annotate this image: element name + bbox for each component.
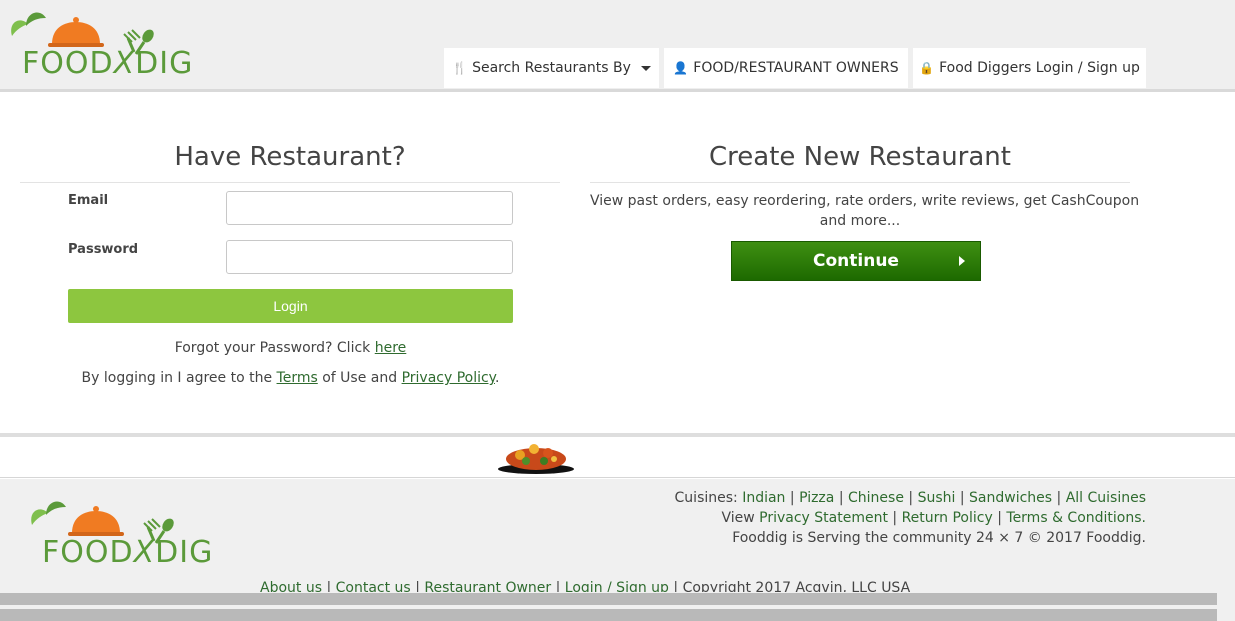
continue-label: Continue [813, 251, 899, 271]
dish-band [0, 437, 1235, 478]
footer-cuisines: Cuisines: Indian | Pizza | Chinese | Sus… [674, 490, 1146, 506]
create-panel-title: Create New Restaurant [709, 142, 1011, 172]
footer-logo-text-left: FOOD [42, 535, 134, 570]
cuisine-link-pizza[interactable]: Pizza [799, 490, 834, 506]
agree-prefix: By logging in I agree to the [81, 370, 273, 386]
lock-icon: 🔒 [919, 61, 935, 75]
logo-text-left: FOOD [22, 46, 114, 81]
chevron-down-icon [640, 65, 651, 71]
logo-wordmark: FOODXDIG [22, 46, 193, 81]
restaurant-owners-link[interactable]: 👤 FOOD/RESTAURANT OWNERS [664, 48, 908, 88]
email-label: Email [68, 193, 109, 208]
cuisine-link-all[interactable]: All Cuisines [1066, 490, 1146, 506]
horizontal-scrollbar[interactable] [0, 593, 1217, 605]
play-arrow-icon [959, 256, 965, 266]
login-panel-divider [20, 182, 560, 183]
login-panel-title: Have Restaurant? [174, 142, 406, 172]
cuisine-link-indian[interactable]: Indian [742, 490, 785, 506]
privacy-statement-link[interactable]: Privacy Statement [759, 510, 888, 526]
footer-serving-text: Fooddig is Serving the community 24 × 7 … [732, 530, 1146, 546]
food-diggers-login-label: Food Diggers Login / Sign up [939, 60, 1140, 76]
cuisine-link-sandwiches[interactable]: Sandwiches [969, 490, 1052, 506]
agree-middle: of Use and [322, 370, 398, 386]
logo-text-right: DIG [135, 46, 194, 81]
view-label: View [721, 510, 755, 526]
footer-bottom-links: About us | Contact us | Restaurant Owner… [260, 580, 910, 592]
create-description-line2: and more... [819, 213, 901, 229]
agree-suffix: . [494, 370, 500, 386]
return-policy-link[interactable]: Return Policy [902, 510, 993, 526]
continue-button[interactable]: Continue [731, 241, 981, 281]
password-label: Password [68, 242, 139, 257]
terms-agreement-text: By logging in I agree to the Terms of Us… [68, 370, 513, 386]
login-button[interactable]: Login [68, 289, 513, 323]
contact-us-link[interactable]: Contact us [336, 580, 411, 592]
forgot-password-text: Forgot your Password? Click here [68, 340, 513, 356]
horizontal-scrollbar-secondary[interactable] [0, 609, 1217, 621]
food-diggers-login-link[interactable]: 🔒 Food Diggers Login / Sign up [913, 48, 1146, 88]
footer-policies: View Privacy Statement | Return Policy |… [721, 510, 1146, 526]
user-icon: 👤 [673, 61, 689, 75]
footer-logo-text-right: DIG [155, 535, 214, 570]
forgot-password-link[interactable]: here [375, 340, 407, 356]
privacy-policy-link[interactable]: Privacy Policy [402, 370, 495, 386]
cuisine-link-sushi[interactable]: Sushi [918, 490, 956, 506]
cuisines-label: Cuisines: [674, 490, 738, 506]
site-logo[interactable]: FOODXDIG [6, 8, 236, 84]
restaurant-owners-label: FOOD/RESTAURANT OWNERS [693, 60, 899, 76]
email-field[interactable] [226, 191, 513, 225]
logo-text-x: X [113, 46, 136, 81]
copyright-text: Copyright 2017 Acqvin, LLC USA [682, 580, 911, 592]
restaurant-owner-link[interactable]: Restaurant Owner [424, 580, 551, 592]
create-description-line1: View past orders, easy reordering, rate … [590, 193, 1140, 209]
terms-conditions-link[interactable]: Terms & Conditions. [1006, 510, 1146, 526]
search-restaurants-label: Search Restaurants By [472, 60, 631, 76]
site-header: FOODXDIG 🍴 Search Restaurants By 👤 FOOD/… [0, 0, 1235, 92]
footer-logo-wordmark: FOODXDIG [42, 535, 213, 570]
forgot-password-prefix: Forgot your Password? Click [174, 340, 371, 356]
fork-knife-icon: 🍴 [452, 61, 468, 75]
footer-logo-text-x: X [133, 535, 156, 570]
password-field[interactable] [226, 240, 513, 274]
terms-link[interactable]: Terms [277, 370, 318, 386]
about-us-link[interactable]: About us [260, 580, 322, 592]
food-dish-icon [498, 444, 574, 474]
search-restaurants-dropdown[interactable]: 🍴 Search Restaurants By [444, 48, 659, 88]
login-signup-link[interactable]: Login / Sign up [565, 580, 669, 592]
cuisine-link-chinese[interactable]: Chinese [848, 490, 904, 506]
create-panel-divider [590, 182, 1130, 183]
